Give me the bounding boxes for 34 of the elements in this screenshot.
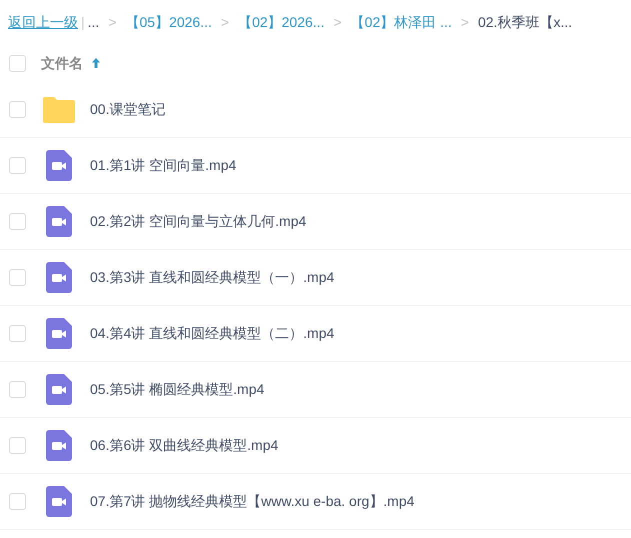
row-checkbox[interactable] bbox=[9, 101, 26, 118]
breadcrumb-ellipsis: ... bbox=[88, 14, 100, 30]
row-checkbox[interactable] bbox=[9, 157, 26, 174]
row-checkbox[interactable] bbox=[9, 381, 26, 398]
column-header[interactable]: 文件名 bbox=[41, 52, 83, 74]
select-all-checkbox[interactable] bbox=[9, 54, 26, 72]
row-checkbox[interactable] bbox=[9, 269, 26, 286]
sort-arrow-icon[interactable] bbox=[91, 57, 101, 69]
file-name[interactable]: 06.第6讲 双曲线经典模型.mp4 bbox=[90, 435, 278, 456]
file-name[interactable]: 03.第3讲 直线和圆经典模型（一）.mp4 bbox=[90, 267, 334, 288]
video-file-icon bbox=[46, 318, 72, 349]
file-name[interactable]: 01.第1讲 空间向量.mp4 bbox=[90, 155, 236, 176]
row-checkbox[interactable] bbox=[9, 437, 26, 454]
file-name[interactable]: 02.第2讲 空间向量与立体几何.mp4 bbox=[90, 211, 306, 232]
file-name[interactable]: 05.第5讲 椭圆经典模型.mp4 bbox=[90, 379, 264, 400]
breadcrumb-current: 02.秋季班【x... bbox=[478, 14, 572, 30]
file-name[interactable]: 07.第7讲 抛物线经典模型【www.xu e-ba. org】.mp4 bbox=[90, 491, 414, 512]
video-file-icon bbox=[46, 430, 72, 461]
video-file-icon bbox=[46, 262, 72, 293]
video-file-icon bbox=[46, 150, 72, 181]
folder-icon bbox=[42, 96, 76, 124]
row-checkbox[interactable] bbox=[9, 493, 26, 510]
row-checkbox[interactable] bbox=[9, 213, 26, 230]
file-name[interactable]: 04.第4讲 直线和圆经典模型（二）.mp4 bbox=[90, 323, 334, 344]
breadcrumb-separator: > bbox=[460, 14, 469, 30]
divider-text: | bbox=[81, 14, 85, 30]
video-file-icon bbox=[46, 206, 72, 237]
breadcrumb-separator: > bbox=[333, 14, 342, 30]
row-checkbox[interactable] bbox=[9, 325, 26, 342]
file-name[interactable]: 00.课堂笔记 bbox=[90, 99, 166, 120]
video-file-icon bbox=[46, 374, 72, 405]
video-file-icon bbox=[46, 486, 72, 517]
breadcrumb-separator: > bbox=[108, 14, 116, 30]
breadcrumb-separator: > bbox=[220, 14, 230, 30]
